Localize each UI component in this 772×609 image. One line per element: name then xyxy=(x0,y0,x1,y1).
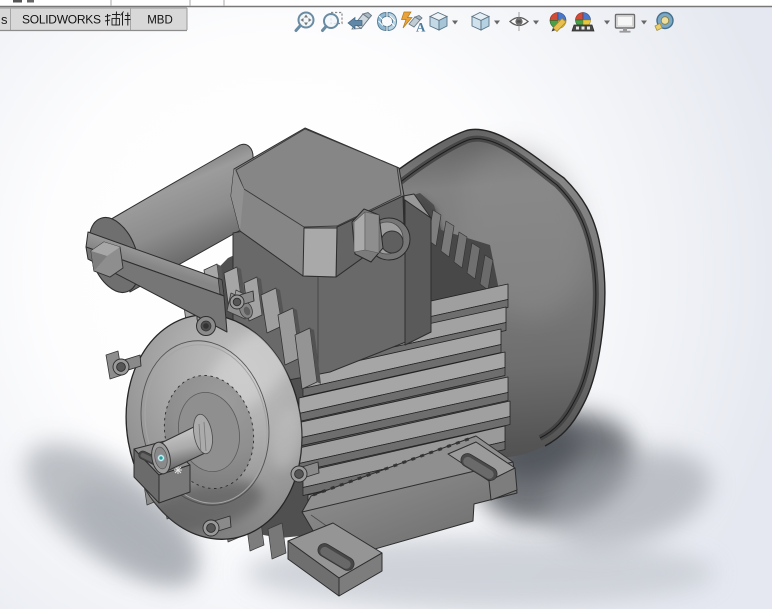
svg-text:SOLIDWORKS: SOLIDWORKS xyxy=(22,13,101,27)
svg-text:s: s xyxy=(1,12,8,27)
svg-text:MBD: MBD xyxy=(147,15,173,27)
svg-text:A: A xyxy=(416,20,426,35)
